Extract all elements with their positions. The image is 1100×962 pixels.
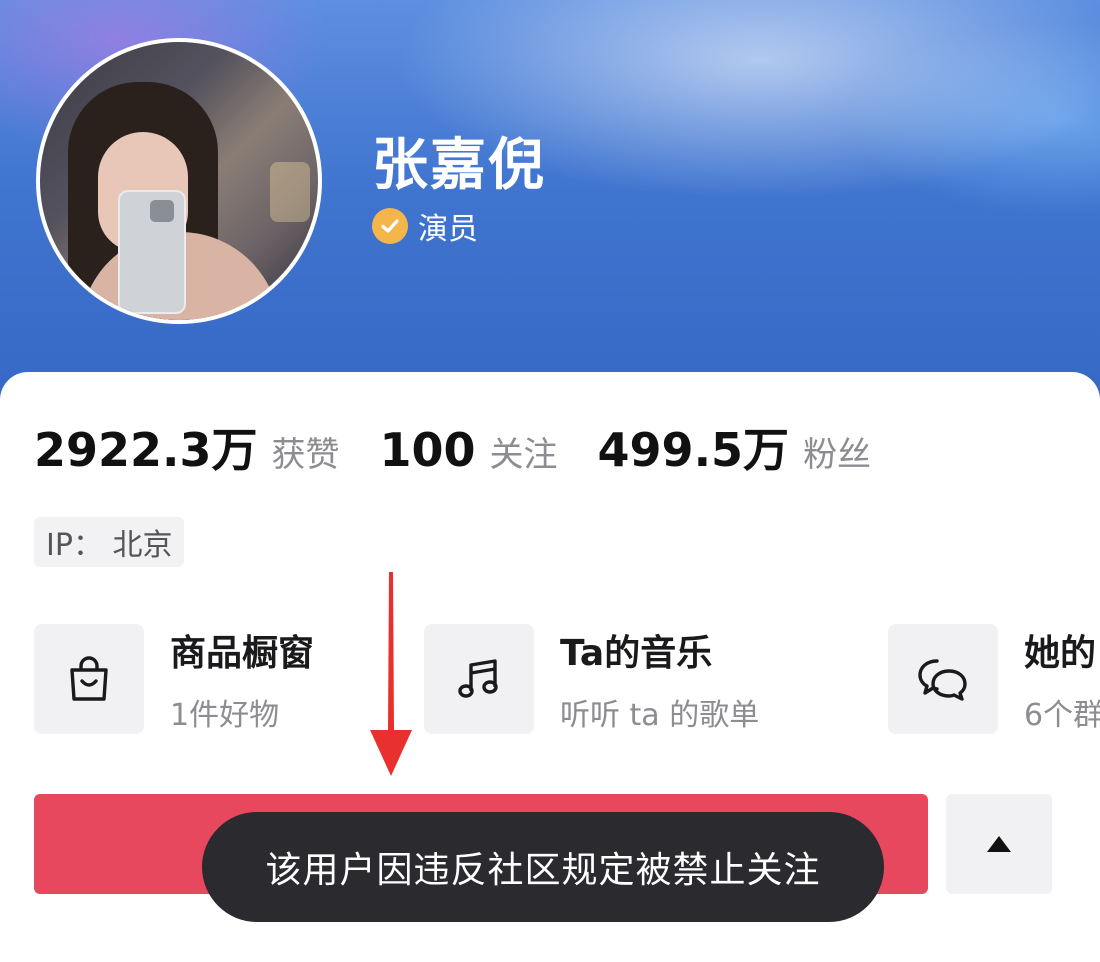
feature-subtitle: 1件好物 bbox=[170, 698, 280, 733]
feature-title: 商品橱窗 bbox=[170, 633, 315, 674]
stat-following[interactable]: 100 关注 bbox=[380, 423, 558, 477]
annotation-arrow-icon bbox=[370, 572, 412, 776]
feature-groups[interactable]: 她的 6个群 bbox=[888, 624, 1100, 734]
verification-badge: 演员 bbox=[372, 204, 478, 248]
avatar[interactable] bbox=[36, 38, 322, 324]
chat-bubbles-icon bbox=[888, 624, 998, 734]
stat-label: 关注 bbox=[489, 435, 558, 475]
feature-title: 她的 bbox=[1024, 633, 1097, 674]
profile-name: 张嘉倪 bbox=[372, 133, 546, 198]
shopping-bag-icon bbox=[34, 624, 144, 734]
feature-subtitle: 6个群 bbox=[1024, 698, 1100, 733]
more-options-button[interactable] bbox=[946, 794, 1052, 894]
stat-likes[interactable]: 2922.3万 获赞 bbox=[34, 414, 340, 480]
triangle-up-icon bbox=[987, 836, 1011, 852]
verification-label: 演员 bbox=[418, 212, 478, 247]
feature-title: Ta的音乐 bbox=[560, 633, 713, 674]
feature-shop-window[interactable]: 商品橱窗 1件好物 bbox=[34, 624, 314, 734]
profile-stats: 2922.3万 获赞 100 关注 499.5万 粉丝 bbox=[34, 414, 911, 480]
toast-message: 该用户因违反社区规定被禁止关注 bbox=[202, 812, 884, 922]
stat-label: 粉丝 bbox=[803, 435, 872, 475]
stat-followers[interactable]: 499.5万 粉丝 bbox=[598, 414, 872, 480]
stat-value: 2922.3万 bbox=[34, 423, 258, 477]
stat-value: 499.5万 bbox=[597, 423, 790, 477]
feature-music[interactable]: Ta的音乐 听听 ta 的歌单 bbox=[424, 624, 759, 734]
stat-value: 100 bbox=[379, 423, 476, 477]
verified-check-icon bbox=[372, 208, 408, 244]
profile-card: 2922.3万 获赞 100 关注 499.5万 粉丝 IP： 北京 商品橱窗 … bbox=[0, 372, 1100, 962]
music-note-icon bbox=[424, 624, 534, 734]
stat-label: 获赞 bbox=[271, 435, 340, 475]
feature-subtitle: 听听 ta 的歌单 bbox=[560, 698, 760, 733]
ip-location-tag: IP： 北京 bbox=[34, 517, 185, 567]
